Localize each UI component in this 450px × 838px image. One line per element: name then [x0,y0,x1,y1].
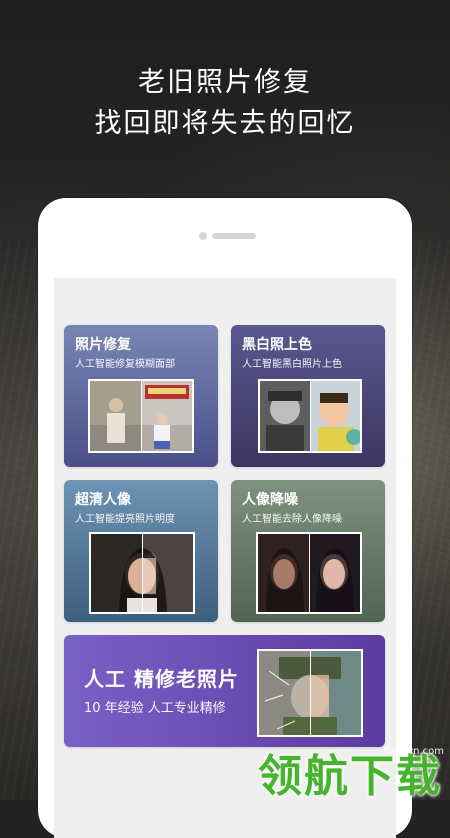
denoise-preview-image [256,532,362,614]
card-title: 照片修复 [75,337,131,353]
card-title: 黑白照上色 [242,337,312,353]
denoise-card[interactable]: 人像降噪 人工智能去除人像降噪 [231,480,385,622]
compare-divider [142,534,143,612]
banner-subtitle: 10 年经验 人工专业精修 [84,701,226,716]
compare-divider [310,381,311,451]
card-subtitle: 人工智能去除人像降噪 [242,514,342,525]
speaker-slot [212,233,256,239]
card-subtitle: 人工智能黑白照片上色 [242,359,342,370]
hero-title: 老旧照片修复 [138,67,312,98]
portrait-preview-image [89,532,195,614]
restore-preview-image [88,379,194,453]
camera-dot [199,232,207,240]
card-subtitle: 人工智能提亮照片明度 [75,514,175,525]
retouch-preview-image [257,649,363,737]
hero-subtitle: 找回即将失去的回忆 [94,108,356,139]
banner-title: 人工 精修老照片 [84,667,239,691]
manual-retouch-banner[interactable]: 人工 精修老照片 10 年经验 人工专业精修 [64,635,385,747]
colorize-preview-image [258,379,362,453]
compare-divider [310,651,311,735]
hd-portrait-card[interactable]: 超清人像 人工智能提亮照片明度 [64,480,218,622]
card-title: 人像降噪 [242,492,298,508]
watermark-url: lhdown.com [383,746,444,757]
card-title: 超清人像 [75,492,131,508]
photo-restore-card[interactable]: 照片修复 人工智能修复模糊面部 [64,325,218,467]
compare-divider [309,534,310,612]
card-subtitle: 人工智能修复模糊面部 [75,359,175,370]
compare-divider [141,381,142,451]
colorize-card[interactable]: 黑白照上色 人工智能黑白照片上色 [231,325,385,467]
